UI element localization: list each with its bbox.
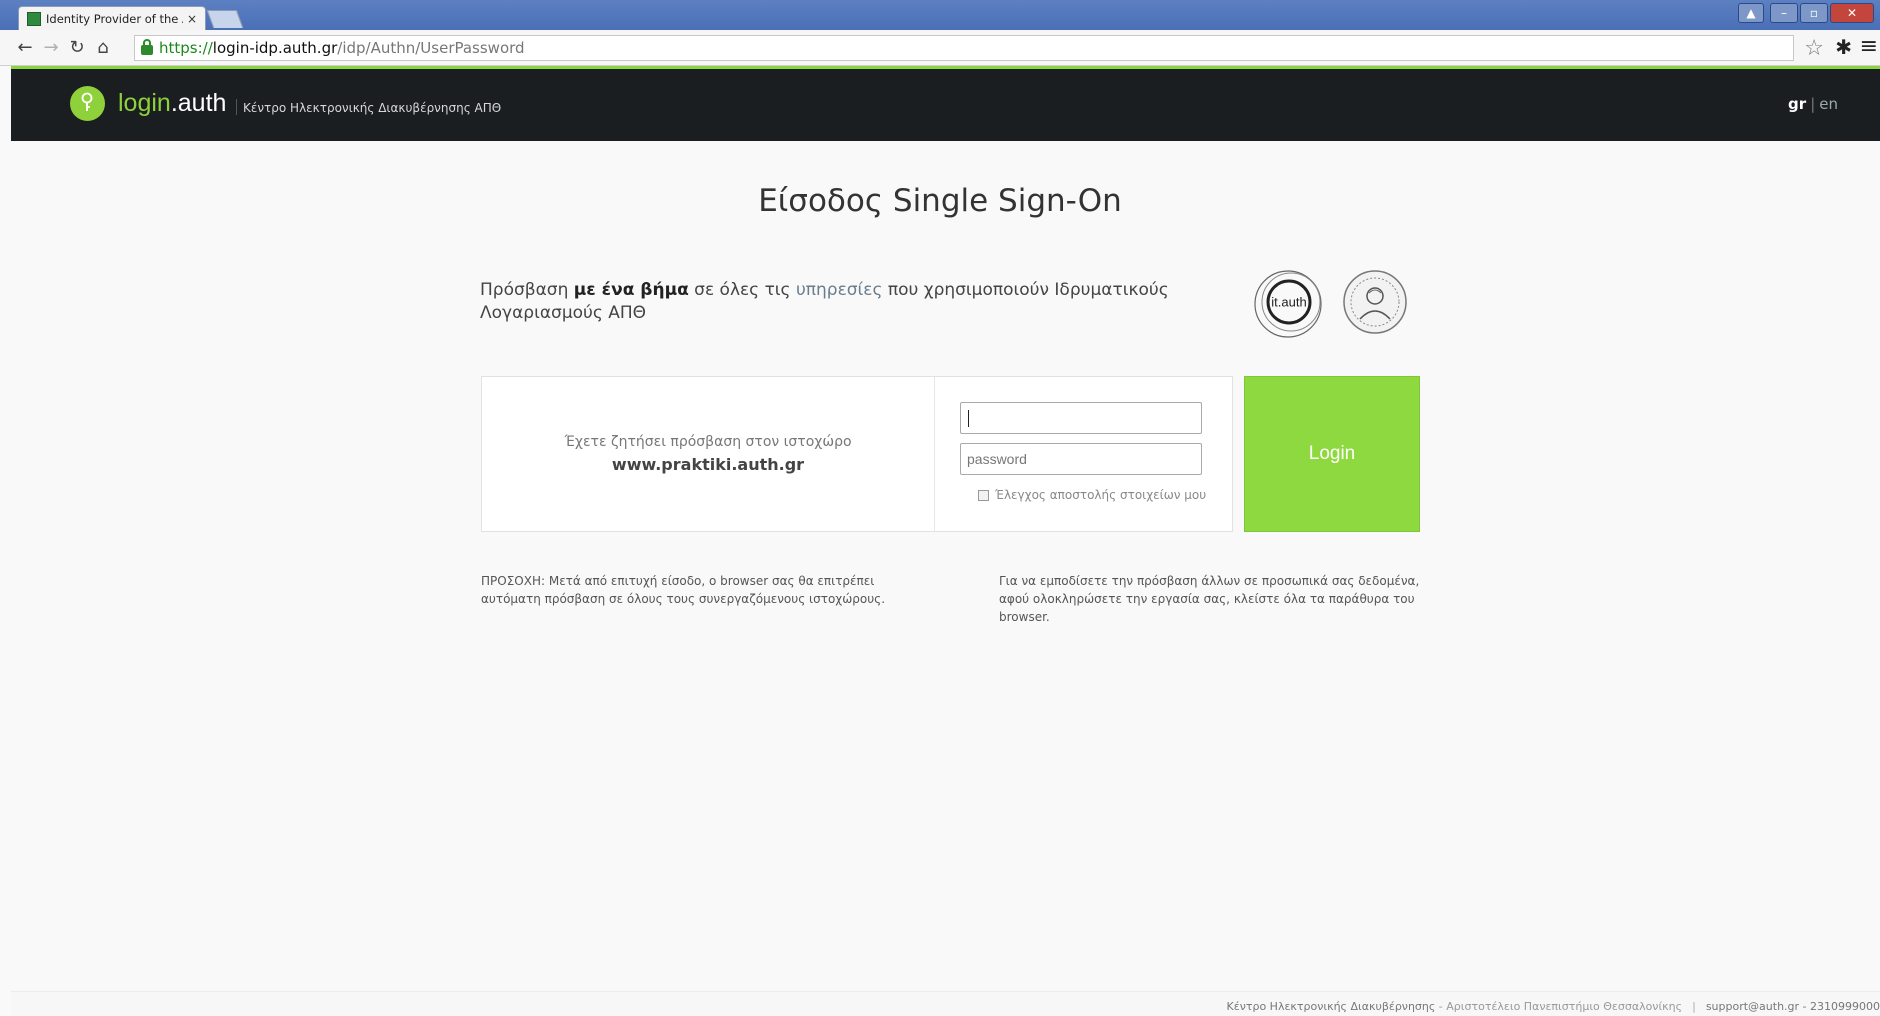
intro-text: Πρόσβαση με ένα βήμα σε όλες τις υπηρεσί… [480,279,1200,325]
url-path: /idp/Authn/UserPassword [337,39,525,57]
reload-icon[interactable]: ↻ [64,37,90,58]
browser-tab[interactable]: Identity Provider of the Ar × [18,6,206,30]
intro-part2: σε όλες τις [688,280,796,300]
brand-logo[interactable]: login.auth [118,89,226,118]
brand-login: login [118,89,171,117]
consent-label: Έλεγχος αποστολής στοιχείων μου [995,488,1207,502]
intro-part1: Πρόσβαση [480,280,574,300]
new-tab-button[interactable] [206,10,244,28]
it-auth-logo: it.auth [1254,270,1322,338]
consent-checkbox[interactable] [978,489,989,501]
footer-text: Κέντρο Ηλεκτρονικής Διακυβέρνησης - Αρισ… [1227,1000,1880,1013]
close-window-button[interactable]: ✕ [1830,3,1874,23]
menu-icon[interactable]: ≡ [1860,34,1878,59]
panel-divider [934,377,935,531]
text-cursor [968,410,969,427]
browser-tab-bar: Identity Provider of the Ar × ▲ – ▫ ✕ [0,0,1880,30]
auth-seal-logo [1343,270,1407,334]
lock-icon [141,39,153,55]
username-field[interactable] [960,402,1202,434]
star-icon[interactable]: ☆ [1804,36,1824,61]
home-icon[interactable]: ⌂ [90,37,116,58]
favicon-icon [27,11,41,26]
page-title: Είσοδος Single Sign-On [758,183,1122,219]
consent-check-row[interactable]: Έλεγχος αποστολής στοιχείων μου [978,488,1206,502]
lang-en-link[interactable]: en [1819,95,1838,113]
requested-site: www.praktiki.auth.gr [611,455,805,474]
password-field[interactable] [960,443,1202,475]
footer-separator: | [1692,1000,1696,1013]
url-host: login-idp.auth.gr [212,39,338,57]
site-header: login.auth Κέντρο Ηλεκτρονικής Διακυβέρν… [11,66,1880,141]
language-switcher: gr | en [1788,95,1838,113]
maximize-button[interactable]: ▫ [1800,3,1828,23]
browser-toolbar: ← → ↻ ⌂ https://login-idp.auth.gr/idp/Au… [0,30,1880,66]
services-link[interactable]: υπηρεσίες [796,280,883,300]
brand-auth: .auth [170,89,227,117]
address-bar[interactable]: https://login-idp.auth.gr/idp/Authn/User… [134,35,1794,61]
warning-note: ΠΡΟΣΟΧΗ: Μετά από επιτυχή είσοδο, ο brow… [481,574,886,606]
gear-icon[interactable]: ✱ [1835,35,1852,59]
privacy-note: Για να εμποδίσετε την πρόσβαση άλλων σε … [999,574,1420,624]
brand-subtitle: Κέντρο Ηλεκτρονικής Διακυβέρνησης ΑΠΘ [243,101,502,115]
back-icon[interactable]: ← [12,37,38,58]
url-scheme: https:// [159,39,213,57]
user-icon[interactable]: ▲ [1738,3,1764,23]
footer-university: - Αριστοτέλειο Πανεπιστήμιο Θεσσαλονίκης [1435,1000,1683,1013]
footer: Κέντρο Ηλεκτρονικής Διακυβέρνησης - Αρισ… [11,991,1880,1016]
login-button[interactable]: Login [1244,376,1420,532]
lang-gr-link[interactable]: gr [1788,95,1806,113]
requested-text: Έχετε ζητήσει πρόσβαση στον ιστοχώρο [564,434,852,450]
minimize-button[interactable]: – [1770,3,1798,23]
seal-it-text: it.auth [1271,295,1306,310]
intro-bold: με ένα βήμα [573,280,689,300]
forward-icon[interactable]: → [38,37,64,58]
lang-separator: | [1810,95,1816,113]
login-panel: Έχετε ζητήσει πρόσβαση στον ιστοχώρο www… [481,376,1233,532]
brand-divider [236,99,237,115]
tab-title: Identity Provider of the Ar [46,11,183,26]
key-icon [70,86,105,121]
tab-close-icon[interactable]: × [187,12,197,26]
footer-org-link[interactable]: Κέντρο Ηλεκτρονικής Διακυβέρνησης [1227,1000,1436,1013]
footer-contact[interactable]: support@auth.gr - 2310999000 [1706,1000,1880,1013]
